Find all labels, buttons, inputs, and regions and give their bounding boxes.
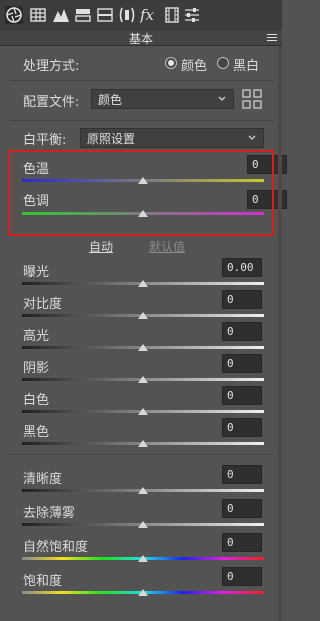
slider-value-input[interactable]: 0 [222, 465, 262, 484]
slider-value-input[interactable]: 0.00 [222, 258, 262, 277]
sliders-icon[interactable] [183, 6, 201, 24]
mountains-icon[interactable] [52, 6, 70, 24]
profile-label: 配置文件: [23, 95, 80, 110]
panel-toolbar: fx [0, 0, 282, 32]
slider-value-input[interactable]: 0 [222, 499, 262, 518]
section-title: 基本 [128, 32, 153, 46]
slider-thumb[interactable] [138, 589, 148, 596]
treatment-label: 处理方式: [23, 59, 80, 74]
slider-label: 自然饱和度 [23, 540, 89, 555]
chevron-down-icon [247, 132, 257, 147]
divider [9, 80, 273, 81]
treatment-color-label: 颜色 [181, 59, 208, 74]
slider-label: 清晰度 [23, 472, 63, 487]
default-link[interactable]: 默认值 [149, 238, 185, 255]
divider [9, 454, 273, 455]
slider-value-input[interactable]: 0 [222, 290, 262, 309]
white-balance-select[interactable]: 原照设置 [80, 128, 264, 148]
split-panel-icon[interactable] [74, 6, 92, 24]
aperture-icon[interactable] [5, 6, 23, 24]
slider-label: 阴影 [23, 361, 50, 376]
treatment-color-radio[interactable] [165, 57, 177, 69]
highlight-box [8, 150, 274, 236]
slider-label: 去除薄雾 [23, 506, 76, 521]
grid-icon[interactable] [29, 6, 47, 24]
slider-thumb[interactable] [138, 312, 148, 319]
slider-thumb[interactable] [138, 344, 148, 351]
slider-value-input[interactable]: 0 [222, 418, 262, 437]
chevron-down-icon [217, 93, 227, 108]
slider-thumb[interactable] [138, 280, 148, 287]
profile-select[interactable]: 颜色 [91, 89, 234, 109]
slider-thumb[interactable] [138, 487, 148, 494]
slider-label: 白色 [23, 393, 50, 408]
panel-menu-icon[interactable] [267, 34, 277, 42]
section-header[interactable]: 基本 [0, 31, 282, 46]
slider-label: 黑色 [23, 425, 50, 440]
svg-text:fx: fx [140, 7, 155, 23]
slider-thumb[interactable] [138, 408, 148, 415]
divider [9, 120, 273, 121]
treatment-bw-radio[interactable] [217, 57, 229, 69]
slider-thumb[interactable] [138, 376, 148, 383]
slider-label: 高光 [23, 329, 50, 344]
slider-value-input[interactable]: 0 [222, 533, 262, 552]
slider-thumb[interactable] [138, 440, 148, 447]
auto-link[interactable]: 自动 [89, 238, 113, 255]
treatment-bw-label: 黑白 [233, 59, 260, 74]
white-balance-label: 白平衡: [23, 133, 67, 148]
slider-value-input[interactable]: 0 [222, 386, 262, 405]
slider-value-input[interactable]: 0 [222, 354, 262, 373]
slider-label: 对比度 [23, 297, 63, 312]
white-balance-value: 原照设置 [87, 132, 136, 146]
fx-icon[interactable]: fx [140, 6, 158, 24]
slider-thumb[interactable] [138, 521, 148, 528]
slider-label: 曝光 [23, 265, 50, 280]
panel-icon[interactable] [96, 6, 114, 24]
lens-icon[interactable] [118, 6, 136, 24]
slider-value-input[interactable]: 0 [222, 567, 262, 586]
slider-thumb[interactable] [138, 555, 148, 562]
slider-label: 饱和度 [23, 574, 63, 589]
scrollbar[interactable] [278, 46, 282, 621]
profile-browser-icon[interactable] [242, 89, 262, 109]
slider-value-input[interactable]: 0 [222, 322, 262, 341]
profile-value: 颜色 [98, 93, 123, 107]
film-icon[interactable] [163, 6, 181, 24]
